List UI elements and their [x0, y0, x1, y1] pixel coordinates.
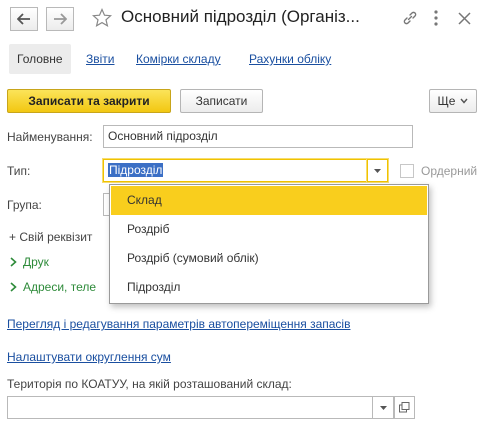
- tab-main[interactable]: Головне: [9, 44, 71, 74]
- chevron-down-icon: [460, 98, 469, 104]
- more-menu-button[interactable]: Ще: [429, 89, 477, 113]
- type-dropdown-button[interactable]: [367, 159, 388, 182]
- koatuu-dropdown-button[interactable]: [373, 396, 394, 419]
- ordering-label: Ордерний: [421, 164, 478, 178]
- chevron-right-icon: [10, 282, 17, 292]
- dropdown-option[interactable]: Роздріб (сумовий облік): [111, 244, 427, 273]
- add-custom-attribute-link[interactable]: + Свій реквізит: [9, 230, 92, 244]
- type-select-value: Підрозділ: [108, 163, 164, 177]
- dropdown-option[interactable]: Підрозділ: [111, 273, 427, 302]
- forward-button[interactable]: [46, 7, 74, 31]
- save-button[interactable]: Записати: [180, 89, 263, 113]
- koatuu-open-button[interactable]: [394, 396, 415, 419]
- arrow-right-icon: [54, 13, 67, 25]
- open-form-icon: [399, 402, 410, 413]
- type-dropdown-list: Склад Роздріб Роздріб (сумовий облік) Пі…: [109, 184, 429, 304]
- print-group-header[interactable]: Друк: [10, 255, 49, 269]
- dropdown-arrow-icon: [374, 168, 381, 173]
- back-button[interactable]: [10, 7, 38, 31]
- window-title: Основний підрозділ (Організ...: [121, 7, 360, 26]
- type-select[interactable]: Підрозділ: [103, 159, 368, 182]
- koatuu-input[interactable]: [7, 396, 373, 419]
- arrow-left-icon: [17, 13, 30, 25]
- tab-accounts[interactable]: Рахунки обліку: [249, 52, 331, 66]
- dropdown-option[interactable]: Склад: [111, 186, 427, 215]
- tab-reports[interactable]: Звіти: [86, 52, 115, 66]
- group-label: Група:: [7, 198, 42, 212]
- rounding-settings-link[interactable]: Налаштувати округлення сум: [7, 350, 171, 364]
- favorite-star-icon[interactable]: [90, 6, 114, 30]
- address-group-label: Адреси, теле: [23, 280, 97, 294]
- koatuu-label: Територія по КОАТУУ, на якій розташовани…: [7, 377, 292, 391]
- print-group-label: Друк: [23, 255, 49, 269]
- chevron-right-icon: [10, 257, 17, 267]
- name-input[interactable]: Основний підрозділ: [103, 125, 413, 148]
- tab-storage-cells[interactable]: Комірки складу: [136, 52, 221, 66]
- address-group-header[interactable]: Адреси, теле: [10, 280, 96, 294]
- more-vertical-icon[interactable]: [426, 6, 446, 30]
- ordering-checkbox[interactable]: [400, 164, 414, 178]
- name-label: Найменування:: [7, 130, 93, 144]
- auto-transfer-settings-link[interactable]: Перегляд і редагування параметрів автопе…: [7, 317, 350, 331]
- link-icon[interactable]: [400, 8, 420, 28]
- close-icon[interactable]: [452, 6, 476, 30]
- more-menu-label: Ще: [437, 94, 456, 108]
- type-label: Тип:: [7, 164, 31, 178]
- dropdown-option[interactable]: Роздріб: [111, 215, 427, 244]
- save-and-close-button[interactable]: Записати та закрити: [7, 89, 171, 113]
- dropdown-arrow-icon: [379, 405, 387, 410]
